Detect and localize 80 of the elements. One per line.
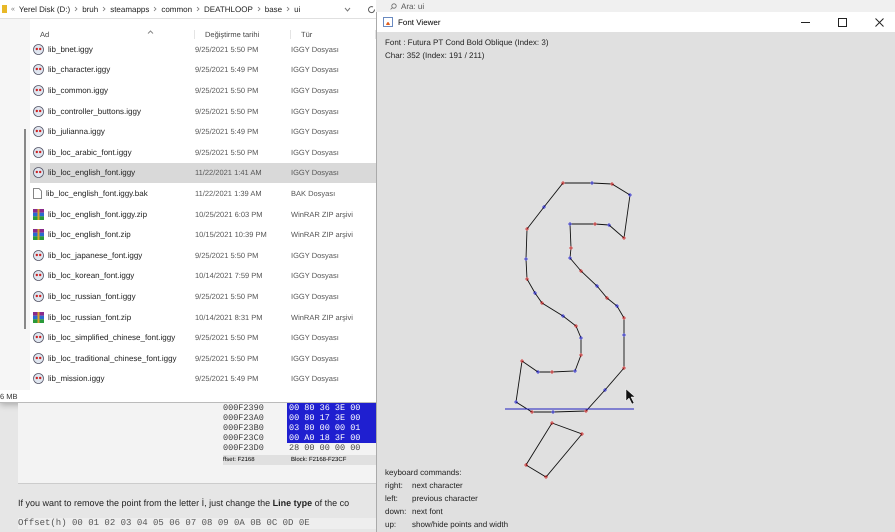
breadcrumb-item[interactable]: ui — [294, 4, 300, 14]
breadcrumb-item[interactable]: common — [161, 4, 192, 14]
command-key: left: — [385, 492, 412, 505]
char-info: Char: 352 (Index: 191 / 211) — [385, 50, 486, 62]
file-icon — [33, 64, 44, 76]
file-name: lib_loc_japanese_font.iggy — [48, 250, 142, 260]
command-key: up: — [385, 518, 412, 531]
hex-bytes: 28 00 00 00 00 — [288, 443, 362, 453]
archive-icon — [33, 229, 44, 240]
file-name: lib_loc_english_font.iggy.zip — [48, 210, 148, 219]
command-description: show/hide points and width — [412, 519, 508, 531]
command-description: next character — [412, 480, 463, 492]
file-icon — [33, 332, 44, 344]
hex-offset: 000F23C0 — [223, 433, 265, 443]
file-icon — [33, 84, 44, 96]
file-icon — [33, 146, 44, 158]
document-icon — [33, 188, 42, 199]
sort-caret-icon — [147, 30, 154, 34]
command-description: previous character — [412, 493, 478, 505]
chevron-icon — [74, 6, 78, 12]
chevron-icon — [196, 6, 200, 12]
archive-icon — [33, 312, 44, 323]
breadcrumb-item[interactable]: Yerel Disk (D:) — [18, 4, 70, 14]
file-name: lib_loc_arabic_font.iggy — [48, 148, 132, 157]
file-name: lib_julianna.iggy — [48, 127, 105, 136]
chevron-icon — [153, 6, 158, 12]
archive-icon — [33, 208, 44, 220]
mouse-cursor-icon — [626, 388, 636, 404]
file-name: lib_loc_english_font.iggy.bak — [46, 188, 148, 198]
file-icon — [33, 250, 44, 261]
file-icon — [33, 352, 44, 364]
file-name: lib_loc_simplified_chinese_font.iggy — [48, 333, 176, 342]
chevron-icon — [256, 6, 261, 12]
file-name: lib_loc_russian_font.iggy — [48, 292, 136, 301]
hex-bytes: 00 80 17 3E 00 — [287, 413, 376, 423]
breadcrumb-item[interactable]: steamapps — [110, 4, 150, 14]
file-icon — [33, 270, 44, 282]
refresh-icon[interactable] — [367, 4, 376, 14]
commands-title: keyboard commands: — [385, 467, 462, 479]
file-name: lib_bnet.iggy — [48, 44, 93, 54]
file-icon — [33, 373, 44, 384]
file-icon — [33, 290, 44, 302]
file-name: lib_loc_english_font.zip — [48, 230, 131, 240]
command-description: next font — [412, 506, 443, 518]
hex-offset: 000F23D0 — [223, 443, 265, 453]
file-name: lib_loc_korean_font.iggy — [48, 271, 134, 280]
dropdown-icon[interactable] — [344, 6, 351, 12]
window-title: Font Viewer — [398, 18, 442, 26]
file-name: lib_controller_buttons.iggy — [48, 106, 141, 116]
hex-bytes: 00 80 36 3E 00 — [287, 403, 376, 413]
file-icon — [33, 167, 44, 178]
font-info: Font : Futura PT Cond Bold Oblique (Index: 3) — [385, 37, 550, 49]
file-icon — [33, 106, 44, 117]
file-icon — [33, 126, 44, 138]
command-key: down: — [385, 505, 412, 518]
maximize-icon — [838, 18, 846, 26]
file-icon — [33, 44, 44, 55]
file-name: lib_loc_russian_font.zip — [48, 312, 132, 322]
file-name: lib_mission.iggy — [48, 374, 104, 384]
chevron-icon — [286, 6, 290, 12]
app-icon — [383, 17, 393, 27]
hex-offset: 000F2390 — [223, 403, 265, 413]
command-key: right: — [385, 479, 412, 492]
file-name: lib_common.iggy — [48, 86, 108, 95]
hex-bytes: 03 80 00 00 01 — [287, 423, 376, 433]
breadcrumb-item[interactable]: bruh — [82, 4, 98, 14]
hex-offset: 000F23B0 — [223, 423, 265, 433]
file-name: lib_character.iggy — [48, 65, 110, 74]
article-paragraph: If you want to remove the point from the letter İ, just change the Line type of the co — [18, 498, 350, 508]
hex-bytes: 00 A0 18 3F 00 — [287, 433, 376, 443]
close-icon — [874, 18, 884, 26]
breadcrumb-item[interactable]: base — [264, 4, 282, 14]
hex-offset: 000F23A0 — [223, 413, 265, 423]
folder-icon — [2, 5, 7, 13]
search-field[interactable]: Ara: ui — [397, 2, 521, 10]
file-name: lib_loc_english_font.iggy — [48, 168, 136, 178]
search-icon — [390, 2, 397, 10]
chevron-icon — [102, 6, 106, 12]
file-name: lib_loc_traditional_chinese_font.iggy — [48, 354, 177, 363]
breadcrumb-item[interactable]: DEATHLOOP — [204, 4, 253, 14]
